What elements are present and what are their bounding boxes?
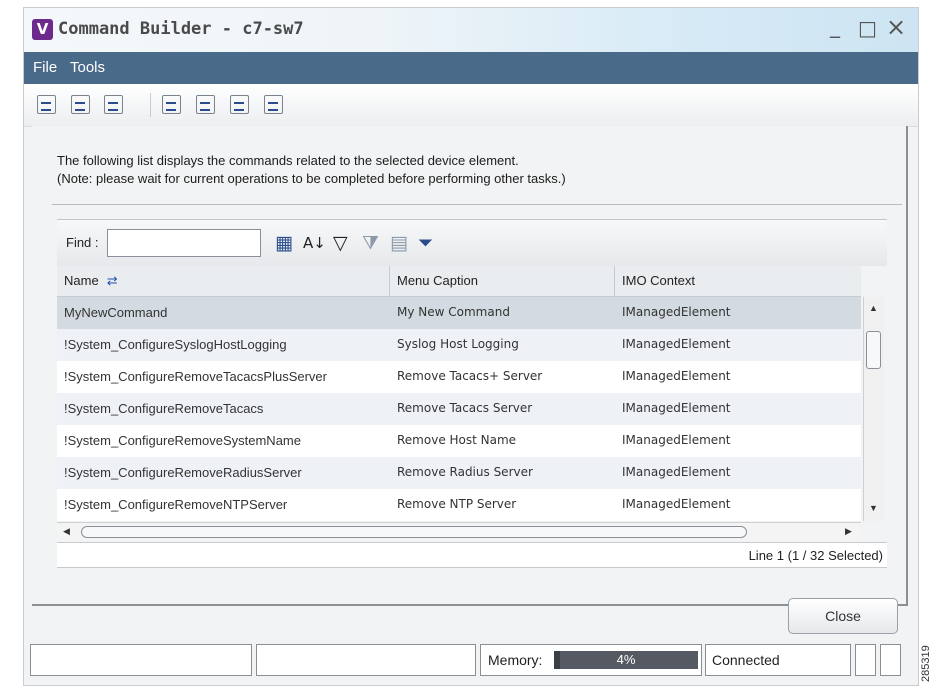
scroll-right-icon[interactable]: ▶ [845,526,852,537]
cell-imo-context: IManagedElement [622,305,731,319]
divider [52,204,902,205]
advanced-filter-icon[interactable]: ⏷ [418,232,433,254]
cell-imo-context: IManagedElement [622,433,731,447]
commands-table: Find : ▦ A↓ ▽ ⧩ ▤ ⏷ Name ⇄ Menu Caption I… [57,219,887,579]
column-header-imo-context[interactable]: IMO Context [615,266,861,296]
title-bar[interactable]: V Command Builder - c7-sw7 _ □ × [24,8,918,52]
edit-command-icon[interactable] [71,95,90,114]
description-line-2: (Note: please wait for current operation… [57,171,566,186]
description-line-1: The following list displays the commands… [57,153,519,168]
find-input[interactable] [107,229,261,257]
table-row[interactable]: !System_ConfigureRemoveTacacsPlusServer R… [57,361,861,393]
table-row[interactable]: !System_ConfigureSyslogHostLogging Syslog… [57,329,861,361]
cell-name: !System_ConfigureRemoveRadiusServer [64,465,302,480]
cell-name: !System_ConfigureRemoveTacacsPlusServer [64,369,327,384]
export-icon[interactable] [196,95,215,114]
vertical-scroll-thumb[interactable] [866,331,881,369]
cell-menu-caption: Syslog Host Logging [397,337,519,351]
group-icon[interactable]: ▤ [390,232,408,254]
status-cell-6 [880,644,901,676]
figure-code: 285319 [920,645,932,682]
status-cell-5 [855,644,876,676]
table-row[interactable]: !System_ConfigureRemoveNTPServer Remove N… [57,489,861,521]
connection-status-text: Connected [712,652,780,668]
status-cell-2 [256,644,476,676]
cell-menu-caption: Remove Radius Server [397,465,533,479]
command-builder-window: V Command Builder - c7-sw7 _ □ × File To… [23,7,919,686]
cell-name: !System_ConfigureRemoveNTPServer [64,497,288,512]
menu-bar: File Tools [24,52,918,84]
column-header-menu-caption[interactable]: Menu Caption [390,266,615,296]
cell-imo-context: IManagedElement [622,369,731,383]
cell-imo-context: IManagedElement [622,337,731,351]
filter-clear-icon[interactable]: ⧩ [362,232,379,254]
scroll-up-icon[interactable]: ▲ [869,303,878,313]
content-panel: The following list displays the commands… [32,126,908,606]
sort-indicator-icon: ⇄ [106,273,118,288]
table-row[interactable]: !System_ConfigureRemoveRadiusServer Remov… [57,457,861,489]
cell-imo-context: IManagedElement [622,401,731,415]
menu-tools[interactable]: Tools [70,59,105,76]
cell-imo-context: IManagedElement [622,465,731,479]
table-header: Name ⇄ Menu Caption IMO Context [57,266,861,297]
publish-icon[interactable] [230,95,249,114]
memory-bar: 4% [554,651,698,669]
delete-command-icon[interactable] [104,95,123,114]
table-row[interactable]: MyNewCommand My New Command IManagedElemen… [57,297,861,329]
table-body: MyNewCommand My New Command IManagedElemen… [57,297,861,521]
sort-az-icon[interactable]: A↓ [303,234,326,252]
toolbar-separator [150,93,151,117]
import-icon[interactable] [162,95,181,114]
cell-name: !System_ConfigureRemoveTacacs [64,401,264,416]
deploy-icon[interactable] [264,95,283,114]
scroll-left-icon[interactable]: ◀ [63,526,70,537]
cell-menu-caption: Remove Tacacs+ Server [397,369,543,383]
run-command-icon[interactable] [37,95,56,114]
close-button[interactable]: Close [788,598,898,634]
menu-file[interactable]: File [33,59,57,76]
cell-name: !System_ConfigureRemoveSystemName [64,433,301,448]
cell-name: !System_ConfigureSyslogHostLogging [64,337,287,352]
vertical-scrollbar[interactable]: ▲ ▼ [863,297,884,521]
maximize-button[interactable]: □ [858,16,877,40]
find-label: Find : [66,235,99,250]
memory-percent: 4% [616,652,636,667]
cell-name: MyNewCommand [64,305,168,320]
find-bar: Find : ▦ A↓ ▽ ⧩ ▤ ⏷ [57,219,887,266]
memory-label: Memory: [488,652,543,668]
memory-status: Memory: 4% [480,644,702,676]
minimize-button[interactable]: _ [830,14,840,38]
column-header-name[interactable]: Name ⇄ [57,266,390,296]
connection-status: Connected [705,644,851,676]
cell-menu-caption: My New Command [397,305,510,319]
status-cell-1 [30,644,252,676]
toolbar [24,84,918,127]
cell-menu-caption: Remove Tacacs Server [397,401,533,415]
table-row[interactable]: !System_ConfigureRemoveSystemName Remove … [57,425,861,457]
cell-imo-context: IManagedElement [622,497,731,511]
selection-info: Line 1 (1 / 32 Selected) [748,548,883,563]
table-row[interactable]: !System_ConfigureRemoveTacacs Remove Taca… [57,393,861,425]
close-window-button[interactable]: × [886,13,906,41]
column-chooser-icon[interactable]: ▦ [275,232,293,254]
selection-status-row: Line 1 (1 / 32 Selected) [57,542,887,568]
cell-menu-caption: Remove NTP Server [397,497,517,511]
window-title: Command Builder - c7-sw7 [58,19,304,39]
cell-menu-caption: Remove Host Name [397,433,517,447]
horizontal-scrollbar[interactable]: ◀ ▶ [57,522,861,542]
filter-icon[interactable]: ▽ [333,232,348,254]
horizontal-scroll-thumb[interactable] [81,526,747,538]
app-logo-icon: V [32,19,53,40]
column-header-name-label: Name [64,273,99,288]
scroll-down-icon[interactable]: ▼ [869,503,878,513]
